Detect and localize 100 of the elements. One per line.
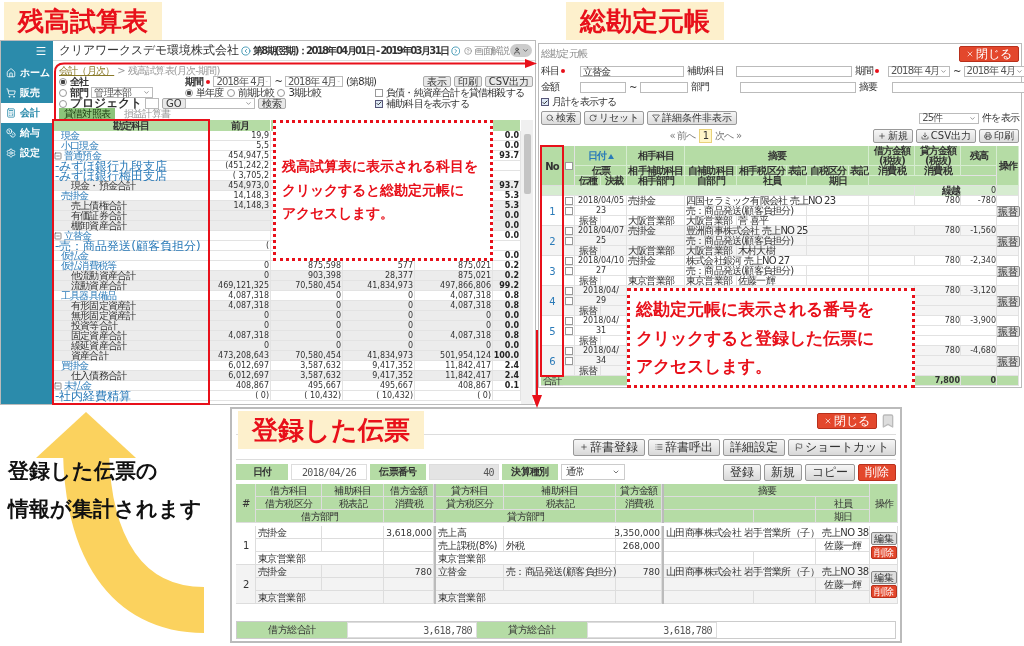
input-field[interactable] — [580, 81, 626, 93]
dropdown[interactable]: 2018年 4月 — [285, 76, 343, 87]
field-label: 伝票番号 — [370, 464, 426, 480]
breadcrumb-link[interactable]: 会計（月次） — [59, 63, 115, 78]
account-link[interactable]: 立替金 — [64, 231, 92, 241]
toolbar-button[interactable]: 詳細設定 — [723, 438, 785, 456]
action-button[interactable]: コピー — [805, 463, 855, 481]
bookmark-icon[interactable] — [880, 413, 896, 429]
checkbox[interactable] — [375, 88, 383, 97]
toolbar-button[interactable]: 検索 — [541, 111, 581, 125]
next-icon[interactable] — [450, 44, 461, 57]
toolbar-button[interactable]: ショートカット — [788, 438, 896, 456]
entry-number-link[interactable]: 4 — [541, 286, 563, 316]
toolbar-button[interactable]: CSV出力 — [484, 76, 533, 87]
dropdown[interactable]: 2018年 4月 — [888, 65, 950, 77]
account-link[interactable]: -社内経費精算 — [53, 391, 209, 401]
table-cell: ( 0) — [415, 391, 493, 401]
delete-button[interactable]: 削除 — [871, 585, 897, 598]
account-link[interactable]: 現金 — [53, 131, 209, 141]
radio-button[interactable] — [59, 99, 67, 108]
sidebar-item[interactable]: ホーム — [1, 63, 53, 83]
account-link[interactable]: 売掛金 — [53, 191, 209, 201]
account-link[interactable]: -みずほ銀行九段支店 — [53, 161, 209, 171]
radio-button[interactable] — [59, 77, 67, 86]
sort-column-header[interactable]: 日付 — [587, 151, 607, 161]
input-field[interactable] — [639, 81, 688, 93]
collapse-icon[interactable] — [54, 152, 62, 160]
input-field[interactable] — [891, 81, 1024, 93]
account-link[interactable]: -みずほ銀行梅田支店 — [53, 171, 209, 181]
dropdown[interactable]: 通常 — [561, 464, 625, 480]
tab[interactable]: 貸借対照表 — [59, 108, 115, 120]
action-button[interactable]: 登録 — [723, 463, 761, 481]
account-link[interactable]: 買掛金 — [53, 361, 209, 371]
toolbar-button[interactable]: CSV出力 — [915, 129, 976, 143]
go-button[interactable]: GO — [162, 98, 186, 109]
table-cell: 有形固定資産計 — [53, 301, 209, 311]
account-link[interactable]: 普通預金 — [64, 151, 101, 161]
checkbox[interactable] — [375, 99, 383, 108]
pagination-link[interactable]: 次へ » — [715, 129, 742, 143]
account-link[interactable]: 仮払消費税等 — [53, 261, 209, 271]
radio-button[interactable] — [277, 88, 286, 97]
account-link[interactable]: 工具器具備品 — [53, 291, 209, 301]
input-field[interactable] — [736, 65, 852, 77]
account-link[interactable]: 小口現金 — [53, 141, 209, 151]
edit-button[interactable]: 編集 — [871, 532, 897, 545]
entry-number-link[interactable]: 2 — [541, 226, 563, 256]
table-cell: 0.0 — [493, 311, 521, 321]
dropdown[interactable]: 2018年 4月 — [213, 76, 272, 87]
table-cell — [493, 391, 521, 401]
sidebar-item[interactable]: 給与 — [1, 123, 53, 143]
entry-number-link[interactable]: 6 — [541, 346, 563, 376]
radio-button[interactable] — [185, 88, 193, 97]
input-field[interactable] — [145, 98, 159, 109]
pagination-link[interactable]: « 前へ — [669, 129, 696, 143]
table-cell: 70,580,454 — [271, 351, 343, 361]
toolbar-button[interactable]: 詳細条件非表示 — [647, 111, 737, 125]
checkbox[interactable] — [541, 98, 549, 106]
toolbar-button[interactable]: リセット — [584, 111, 644, 125]
range-separator: ~ — [953, 65, 961, 77]
breadcrumb-separator: > — [117, 65, 125, 76]
close-icon — [966, 50, 974, 58]
date-field[interactable]: 2018/04/26 — [291, 464, 367, 480]
toolbar-button[interactable]: 表示 — [422, 76, 451, 87]
account-link[interactable]: -売：商品発送(顧客負担分) — [53, 241, 209, 251]
tab[interactable]: 損益計算書 — [119, 108, 176, 120]
previous-icon[interactable] — [241, 44, 251, 57]
menu-icon[interactable] — [35, 45, 47, 57]
dropdown[interactable]: 管理本部 — [91, 87, 154, 98]
toolbar-button[interactable]: 印刷 — [979, 129, 1019, 143]
action-button[interactable]: 新規 — [764, 463, 802, 481]
sidebar-item[interactable]: 会計 — [1, 103, 53, 123]
sidebar-item[interactable]: 販売 — [1, 83, 53, 103]
help-icon[interactable] — [464, 45, 473, 56]
toolbar-button[interactable]: 辞書登録 — [573, 438, 645, 456]
close-button[interactable]: 閉じる — [959, 46, 1019, 62]
sidebar-item[interactable]: 設定 — [1, 143, 53, 163]
collapse-icon[interactable] — [54, 382, 62, 390]
edit-button[interactable]: 編集 — [871, 571, 897, 584]
input-field[interactable] — [739, 81, 856, 93]
account-link[interactable]: 仮払金 — [53, 251, 209, 261]
close-button[interactable]: 閉じる — [817, 413, 877, 429]
table-cell: 大阪営業部 — [627, 246, 685, 256]
toolbar-button[interactable]: 印刷 — [453, 76, 482, 87]
action-button[interactable]: 削除 — [858, 463, 896, 481]
dropdown[interactable]: 2018年 4月 — [963, 65, 1024, 77]
search-button[interactable]: 検索 — [258, 98, 286, 109]
input-field[interactable]: 立替金 — [580, 65, 684, 77]
checkbox[interactable] — [565, 162, 573, 170]
collapse-icon[interactable] — [54, 232, 62, 240]
account-link[interactable]: 未払金 — [64, 381, 92, 391]
toolbar-button[interactable]: 辞書呼出 — [648, 438, 720, 456]
dropdown[interactable]: 25件 — [919, 112, 980, 124]
table-cell: 0.0 — [493, 231, 521, 241]
user-menu-button[interactable] — [510, 44, 532, 57]
radio-button[interactable] — [226, 88, 235, 97]
help-link[interactable]: 画面解説 — [474, 43, 508, 58]
radio-button[interactable] — [59, 88, 67, 97]
delete-button[interactable]: 削除 — [871, 546, 897, 559]
page-number[interactable]: 1 — [698, 129, 713, 143]
toolbar-button[interactable]: 新規 — [872, 129, 913, 143]
